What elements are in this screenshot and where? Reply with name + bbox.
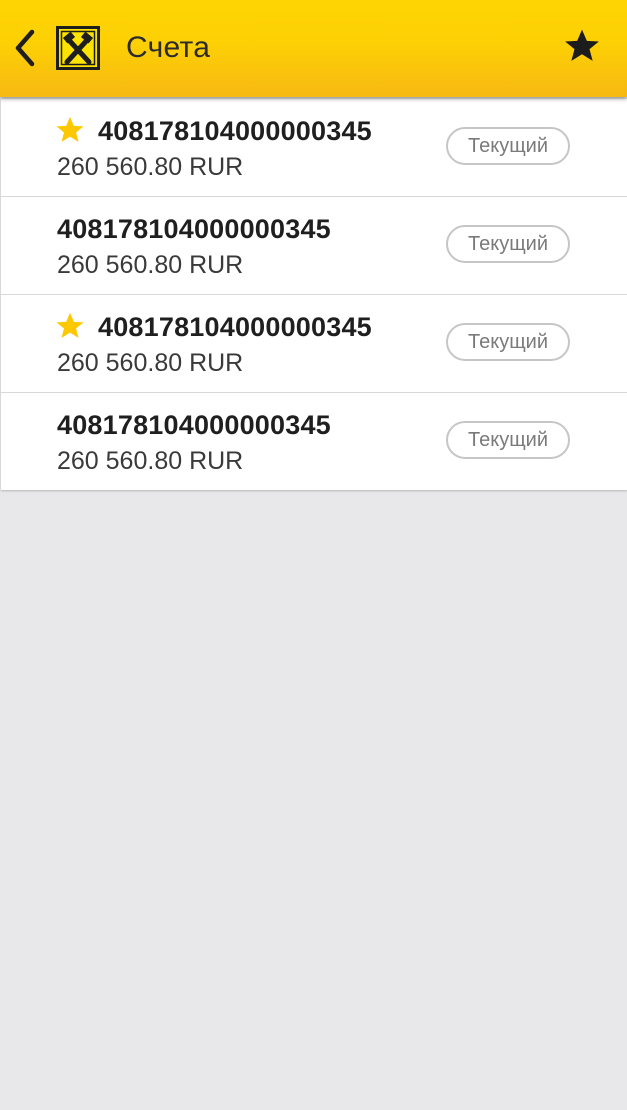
app-bar: Счета [0,0,627,97]
account-number: 408178104000000345 [98,312,372,342]
account-item[interactable]: 408178104000000345 260 560.80 RUR Текущи… [1,197,627,295]
account-type-badge: Текущий [446,421,570,459]
back-button[interactable] [8,24,42,72]
favorites-filter-button[interactable] [560,22,604,70]
account-item[interactable]: 408178104000000345 260 560.80 RUR Текущи… [1,295,627,393]
account-balance: 260 560.80 RUR [57,349,244,377]
account-item[interactable]: 408178104000000345 260 560.80 RUR Текущи… [1,99,627,197]
favorite-star-icon [56,312,84,338]
bank-logo [56,26,100,70]
account-type-badge: Текущий [446,323,570,361]
account-balance: 260 560.80 RUR [57,447,244,475]
chevron-left-icon [15,29,35,67]
account-number: 408178104000000345 [57,214,331,244]
account-type-badge: Текущий [446,127,570,165]
account-item[interactable]: 408178104000000345 260 560.80 RUR Текущи… [1,393,627,490]
page-title: Счета [126,31,211,64]
accounts-list: 408178104000000345 260 560.80 RUR Текущи… [1,99,627,490]
account-type-badge: Текущий [446,225,570,263]
account-number: 408178104000000345 [57,410,331,440]
account-number: 408178104000000345 [98,116,372,146]
account-balance: 260 560.80 RUR [57,153,244,181]
favorite-star-icon [56,116,84,142]
star-icon [565,29,599,61]
account-balance: 260 560.80 RUR [57,251,244,279]
